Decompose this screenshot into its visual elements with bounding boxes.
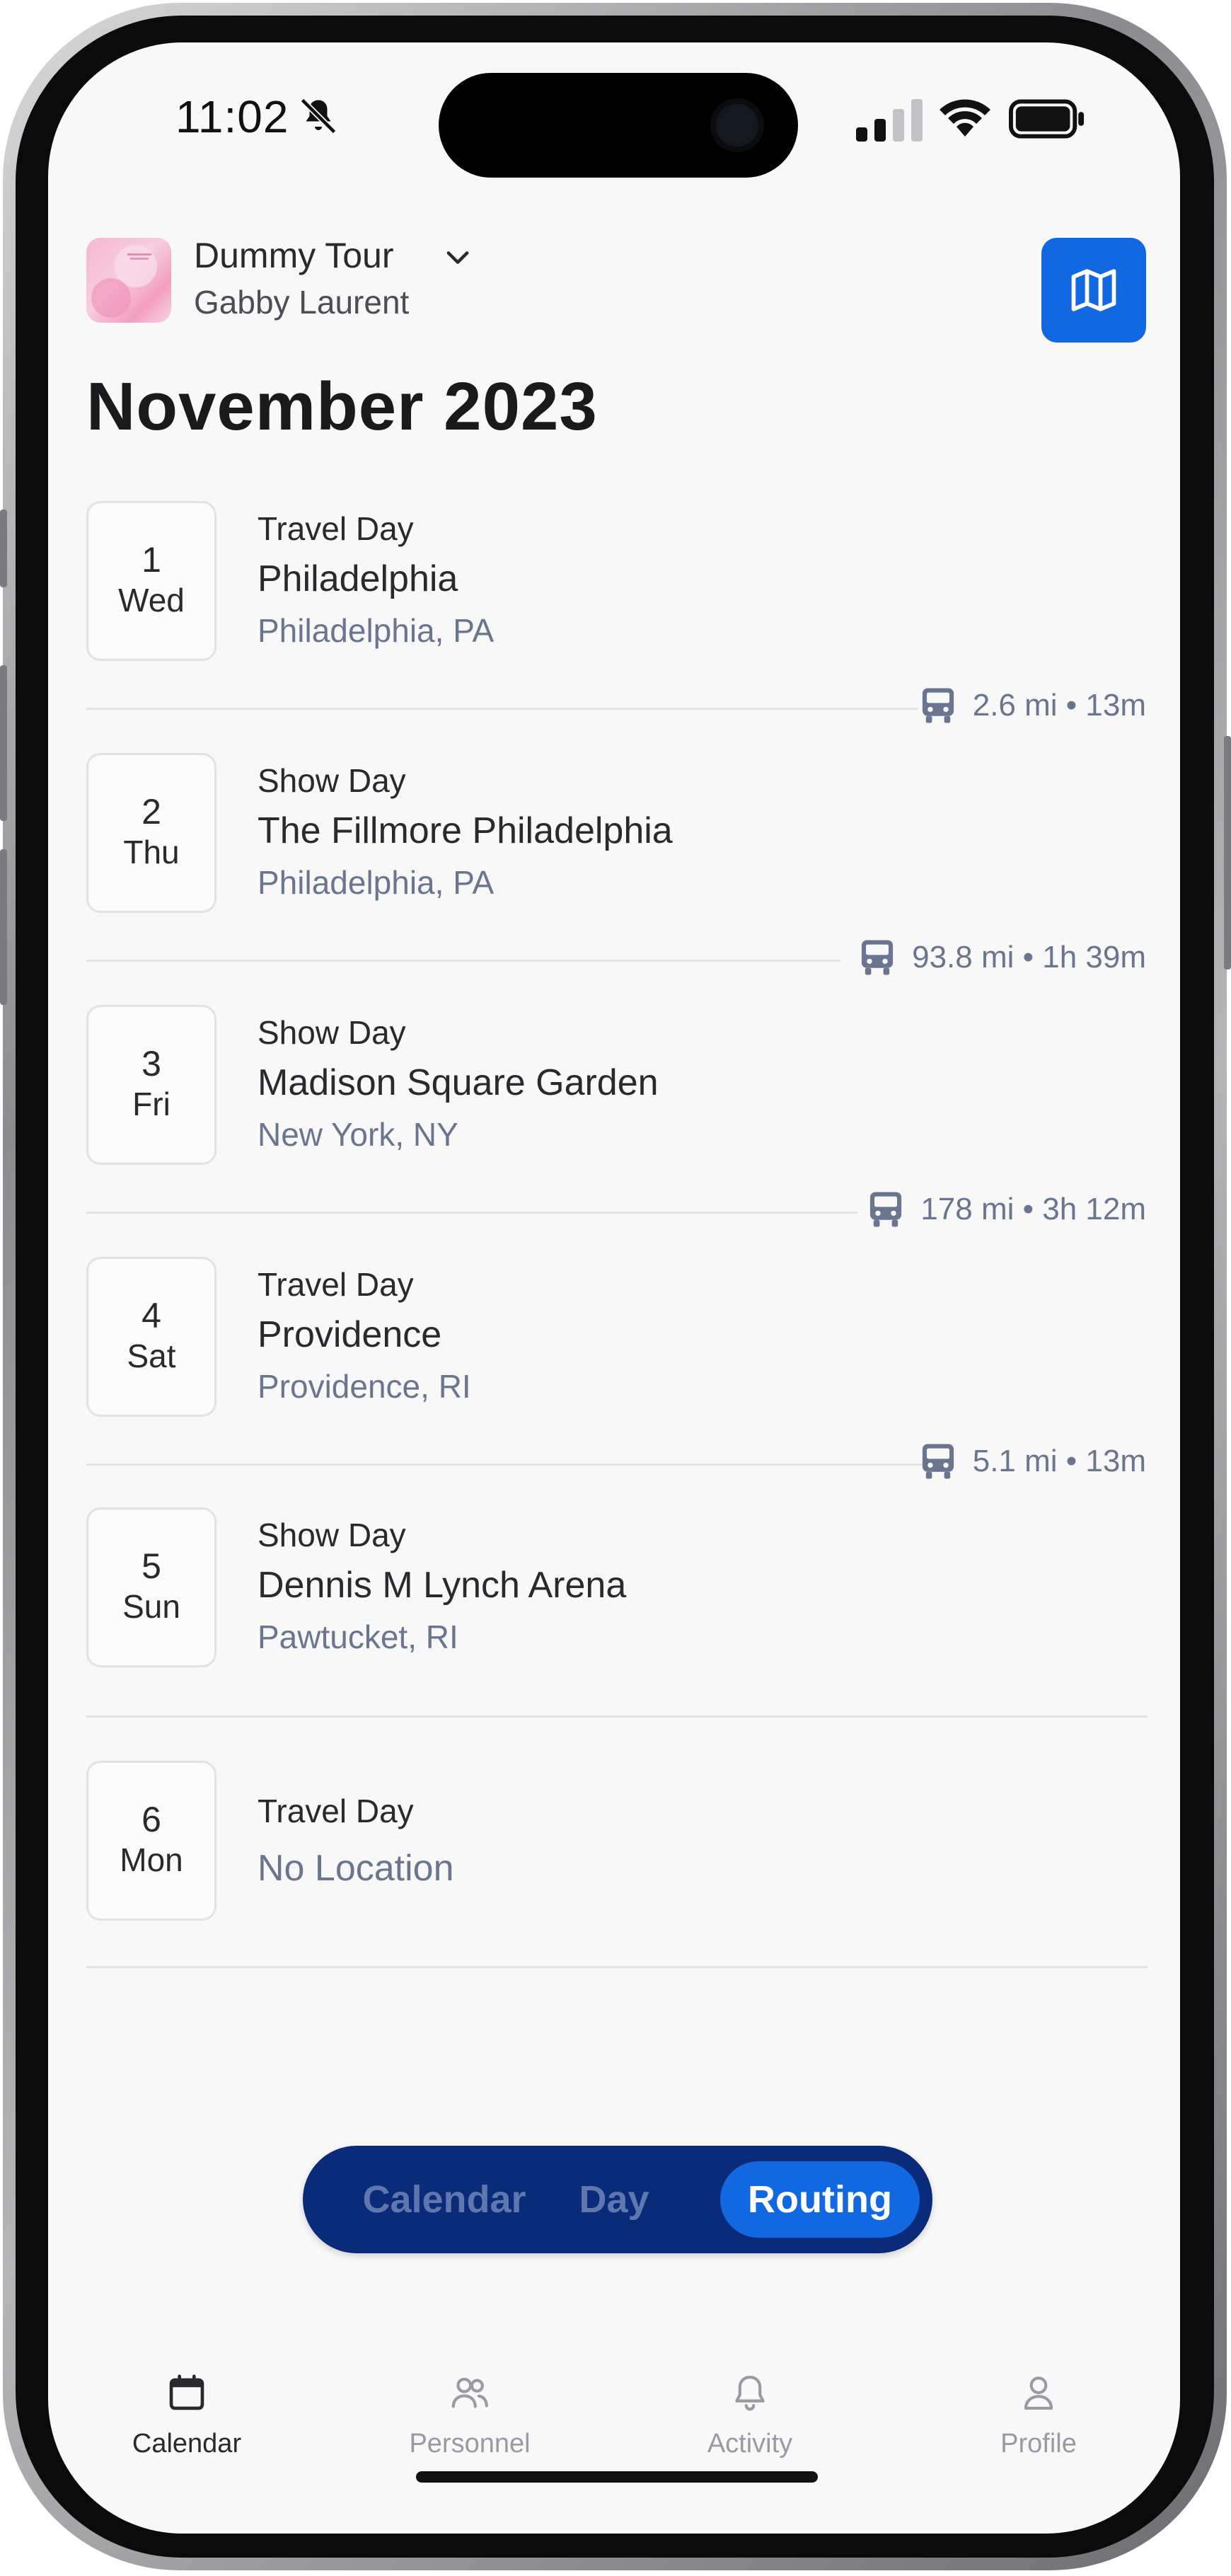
travel-info: 5.1 mi • 13m bbox=[920, 1442, 1146, 1480]
day-type: Travel Day bbox=[258, 1266, 414, 1303]
side-button bbox=[1224, 736, 1231, 970]
day-city: Pawtucket, RI bbox=[258, 1618, 458, 1655]
day-type: Show Day bbox=[258, 762, 406, 799]
day-venue: Providence bbox=[258, 1314, 442, 1355]
travel-distance-time: 178 mi • 3h 12m bbox=[920, 1192, 1146, 1226]
home-indicator[interactable] bbox=[416, 2471, 818, 2483]
date-box: 4 Sat bbox=[86, 1257, 216, 1417]
day-city: New York, NY bbox=[258, 1116, 458, 1153]
date-weekday: Sat bbox=[127, 1337, 176, 1374]
status-time: 11:02 bbox=[175, 91, 289, 142]
travel-info: 178 mi • 3h 12m bbox=[868, 1190, 1146, 1229]
day-type: Travel Day bbox=[258, 1793, 414, 1829]
date-number: 1 bbox=[141, 539, 161, 580]
date-weekday: Fri bbox=[132, 1085, 171, 1122]
battery-icon bbox=[1009, 99, 1085, 139]
people-icon bbox=[451, 2377, 488, 2408]
side-button bbox=[0, 665, 7, 821]
map-button[interactable] bbox=[1041, 238, 1146, 343]
date-number: 2 bbox=[141, 791, 161, 832]
date-number: 3 bbox=[141, 1043, 161, 1083]
travel-info: 2.6 mi • 13m bbox=[920, 686, 1146, 725]
tab-label: Activity bbox=[707, 2429, 793, 2459]
camera-icon bbox=[710, 98, 764, 152]
day-row[interactable]: 1 Wed Travel Day Philadelphia Philadelph… bbox=[86, 501, 1148, 665]
tour-person: Gabby Laurent bbox=[194, 284, 410, 321]
date-weekday: Wed bbox=[118, 581, 185, 619]
row-divider bbox=[86, 1715, 1148, 1718]
date-box: 3 Fri bbox=[86, 1005, 216, 1165]
travel-distance-time: 2.6 mi • 13m bbox=[972, 688, 1146, 723]
view-calendar-tab[interactable]: Calendar bbox=[331, 2161, 557, 2238]
app-screen: 11:02 Dummy Tour Gabby Laurent November … bbox=[48, 42, 1180, 2534]
date-number: 6 bbox=[141, 1799, 161, 1839]
side-button bbox=[0, 510, 7, 587]
date-number: 5 bbox=[141, 1546, 161, 1586]
date-weekday: Thu bbox=[123, 833, 180, 870]
map-icon bbox=[1071, 269, 1116, 311]
bus-icon bbox=[870, 1192, 902, 1227]
date-weekday: Sun bbox=[122, 1587, 180, 1625]
travel-info: 93.8 mi • 1h 39m bbox=[860, 938, 1146, 977]
day-venue: Philadelphia bbox=[258, 558, 458, 599]
person-icon bbox=[1024, 2376, 1053, 2410]
calendar-icon bbox=[169, 2374, 204, 2410]
travel-divider bbox=[86, 1212, 857, 1214]
day-row[interactable]: 4 Sat Travel Day Providence Providence, … bbox=[86, 1257, 1148, 1421]
date-box: 6 Mon bbox=[86, 1761, 216, 1921]
day-city: Providence, RI bbox=[258, 1368, 471, 1405]
day-venue: The Fillmore Philadelphia bbox=[258, 810, 673, 851]
silent-bell-icon bbox=[300, 98, 337, 134]
day-location: No Location bbox=[258, 1848, 454, 1889]
travel-divider bbox=[86, 960, 840, 962]
tab-label: Calendar bbox=[132, 2429, 242, 2459]
day-type: Travel Day bbox=[258, 510, 414, 547]
side-button bbox=[0, 849, 7, 1005]
day-city: Philadelphia, PA bbox=[258, 864, 495, 901]
date-box: 5 Sun bbox=[86, 1507, 216, 1667]
view-switcher: Calendar Day Routing bbox=[303, 2146, 932, 2253]
tab-label: Profile bbox=[1000, 2429, 1077, 2459]
day-row[interactable]: 2 Thu Show Day The Fillmore Philadelphia… bbox=[86, 753, 1148, 917]
day-venue: Dennis M Lynch Arena bbox=[258, 1565, 627, 1606]
view-day-tab[interactable]: Day bbox=[557, 2161, 671, 2238]
bus-icon bbox=[922, 1444, 954, 1479]
travel-distance-time: 5.1 mi • 13m bbox=[972, 1444, 1146, 1478]
day-venue: Madison Square Garden bbox=[258, 1062, 659, 1103]
tour-name[interactable]: Dummy Tour bbox=[194, 235, 393, 276]
tab-bar: Calendar Personnel Activity Profile bbox=[48, 2371, 1180, 2484]
tour-artwork[interactable] bbox=[86, 238, 171, 323]
date-weekday: Mon bbox=[120, 1841, 183, 1878]
tab-profile[interactable]: Profile bbox=[932, 2371, 1145, 2459]
date-box: 1 Wed bbox=[86, 501, 216, 661]
cellular-signal-icon bbox=[856, 99, 923, 142]
bell-icon bbox=[735, 2375, 765, 2411]
day-row[interactable]: 6 Mon Travel Day No Location bbox=[86, 1761, 1148, 1925]
day-row[interactable]: 5 Sun Show Day Dennis M Lynch Arena Pawt… bbox=[86, 1507, 1148, 1672]
dynamic-island bbox=[439, 73, 798, 178]
date-number: 4 bbox=[141, 1295, 161, 1335]
tab-calendar[interactable]: Calendar bbox=[81, 2371, 293, 2459]
day-row[interactable]: 3 Fri Show Day Madison Square Garden New… bbox=[86, 1005, 1148, 1169]
tab-personnel[interactable]: Personnel bbox=[364, 2371, 576, 2459]
tab-activity[interactable]: Activity bbox=[644, 2371, 856, 2459]
month-title: November 2023 bbox=[86, 369, 598, 444]
bus-icon bbox=[922, 688, 954, 723]
day-type: Show Day bbox=[258, 1517, 406, 1553]
row-divider bbox=[86, 1966, 1148, 1968]
travel-distance-time: 93.8 mi • 1h 39m bbox=[912, 940, 1146, 974]
bus-icon bbox=[862, 940, 894, 975]
wifi-icon bbox=[940, 99, 990, 137]
date-box: 2 Thu bbox=[86, 753, 216, 913]
chevron-down-icon[interactable] bbox=[444, 248, 471, 269]
day-type: Show Day bbox=[258, 1014, 406, 1051]
day-city: Philadelphia, PA bbox=[258, 612, 495, 649]
view-routing-tab[interactable]: Routing bbox=[720, 2161, 920, 2238]
travel-divider bbox=[86, 1464, 925, 1466]
travel-divider bbox=[86, 708, 918, 710]
tab-label: Personnel bbox=[409, 2429, 531, 2459]
